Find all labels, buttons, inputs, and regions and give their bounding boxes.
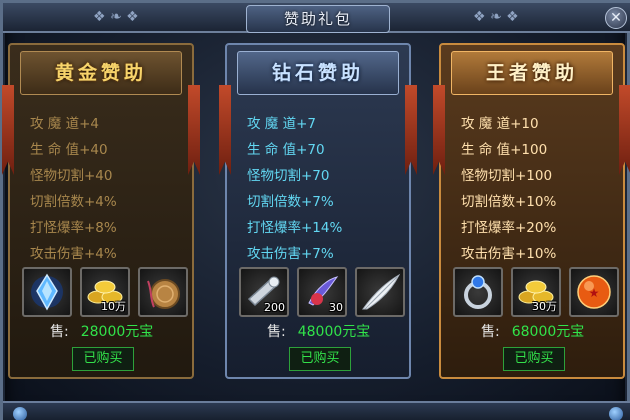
price-label: 售: bbox=[481, 324, 500, 340]
stat-line: 打怪爆率+8% bbox=[30, 220, 117, 236]
ribbon-decoration bbox=[188, 85, 200, 175]
item-slot[interactable] bbox=[453, 267, 503, 317]
blue-crystal-icon bbox=[31, 273, 63, 311]
item-slot[interactable] bbox=[355, 267, 405, 317]
stat-line: 打怪爆率+20% bbox=[461, 220, 557, 236]
ribbon-decoration bbox=[405, 85, 417, 175]
ribbon-decoration bbox=[219, 85, 231, 175]
price-row: 售: 48000元宝 bbox=[267, 321, 370, 341]
left-ornament-icon: ❖ ❧ ❖ bbox=[93, 9, 139, 25]
stat-line: 攻击伤害+4% bbox=[30, 246, 117, 262]
price-label: 售: bbox=[50, 324, 69, 340]
item-slot[interactable] bbox=[138, 267, 188, 317]
svg-text:★: ★ bbox=[589, 286, 600, 300]
item-slot[interactable]: 200 bbox=[239, 267, 289, 317]
price-value: 28000元宝 bbox=[80, 324, 154, 340]
item-quantity: 10万 bbox=[101, 300, 126, 313]
stat-line: 生 命 值+100 bbox=[461, 142, 548, 158]
stat-line: 切割倍数+10% bbox=[461, 194, 557, 210]
dragon-ball-icon: ★ bbox=[577, 275, 611, 309]
stat-line: 怪物切割+40 bbox=[30, 168, 113, 184]
item-slot[interactable]: 10万 bbox=[80, 267, 130, 317]
gold-sponsor-panel: 黄金赞助 攻 魔 道+4 生 命 值+40 怪物切割+40 切割倍数+4% 打怪… bbox=[2, 43, 200, 379]
ribbon-decoration bbox=[2, 85, 14, 175]
stat-list: 攻 魔 道+4 生 命 值+40 怪物切割+40 切割倍数+4% 打怪爆率+8%… bbox=[30, 111, 180, 267]
sponsor-gift-window: ❖ ❧ ❖ ❖ ❧ ❖ 赞助礼包 ✕ 黄金赞助 攻 魔 道+4 生 命 值+40… bbox=[0, 0, 630, 420]
stat-line: 攻 魔 道+10 bbox=[461, 116, 539, 132]
title-bar: ❖ ❧ ❖ ❖ ❧ ❖ 赞助礼包 ✕ bbox=[3, 3, 630, 33]
window-title: 赞助礼包 bbox=[246, 5, 390, 33]
stat-line: 切割倍数+7% bbox=[247, 194, 334, 210]
leather-pouch-icon bbox=[147, 279, 180, 309]
bottom-border bbox=[3, 401, 630, 420]
reward-items: 30万 ★ bbox=[451, 267, 621, 319]
stat-line: 攻 魔 道+4 bbox=[30, 116, 99, 132]
item-quantity: 30万 bbox=[532, 300, 557, 313]
item-slot[interactable]: 30万 bbox=[511, 267, 561, 317]
stat-line: 攻 魔 道+7 bbox=[247, 116, 316, 132]
stat-line: 打怪爆率+14% bbox=[247, 220, 343, 236]
item-quantity: 200 bbox=[264, 301, 285, 314]
item-quantity: 30 bbox=[329, 301, 343, 314]
price-row: 售: 28000元宝 bbox=[50, 321, 153, 341]
panel-title: 钻石赞助 bbox=[237, 51, 399, 95]
stat-line: 攻击伤害+7% bbox=[247, 246, 334, 262]
price-value: 68000元宝 bbox=[511, 324, 585, 340]
ribbon-decoration bbox=[433, 85, 445, 175]
diamond-sponsor-panel: 钻石赞助 攻 魔 道+7 生 命 值+70 怪物切割+70 切割倍数+7% 打怪… bbox=[219, 43, 417, 379]
panel-title: 黄金赞助 bbox=[20, 51, 182, 95]
panel-title: 王者赞助 bbox=[451, 51, 613, 95]
stat-list: 攻 魔 道+7 生 命 值+70 怪物切割+70 切割倍数+7% 打怪爆率+14… bbox=[247, 111, 397, 267]
gem-ornament-icon bbox=[609, 407, 623, 420]
white-feather-icon bbox=[362, 273, 401, 310]
right-ornament-icon: ❖ ❧ ❖ bbox=[473, 9, 519, 25]
close-icon[interactable]: ✕ bbox=[605, 7, 627, 29]
stat-list: 攻 魔 道+10 生 命 值+100 怪物切割+100 切割倍数+10% 打怪爆… bbox=[461, 111, 611, 267]
item-slot[interactable]: ★ bbox=[569, 267, 619, 317]
price-label: 售: bbox=[267, 324, 286, 340]
gem-ornament-icon bbox=[13, 407, 27, 420]
item-slot[interactable] bbox=[22, 267, 72, 317]
purchased-button[interactable]: 已购买 bbox=[503, 347, 565, 371]
stat-line: 生 命 值+40 bbox=[30, 142, 108, 158]
price-value: 48000元宝 bbox=[297, 324, 371, 340]
purchased-button[interactable]: 已购买 bbox=[72, 347, 134, 371]
reward-items: 10万 bbox=[20, 267, 190, 319]
stat-line: 生 命 值+70 bbox=[247, 142, 325, 158]
sapphire-ring-icon bbox=[464, 275, 492, 309]
reward-items: 200 30 bbox=[237, 267, 407, 319]
item-slot[interactable]: 30 bbox=[297, 267, 347, 317]
stat-line: 怪物切割+100 bbox=[461, 168, 553, 184]
purchased-button[interactable]: 已购买 bbox=[289, 347, 351, 371]
price-row: 售: 68000元宝 bbox=[481, 321, 584, 341]
stat-line: 攻击伤害+10% bbox=[461, 246, 557, 262]
king-sponsor-panel: 王者赞助 攻 魔 道+10 生 命 值+100 怪物切割+100 切割倍数+10… bbox=[433, 43, 630, 379]
ribbon-decoration bbox=[619, 85, 630, 175]
stat-line: 怪物切割+70 bbox=[247, 168, 330, 184]
stat-line: 切割倍数+4% bbox=[30, 194, 117, 210]
